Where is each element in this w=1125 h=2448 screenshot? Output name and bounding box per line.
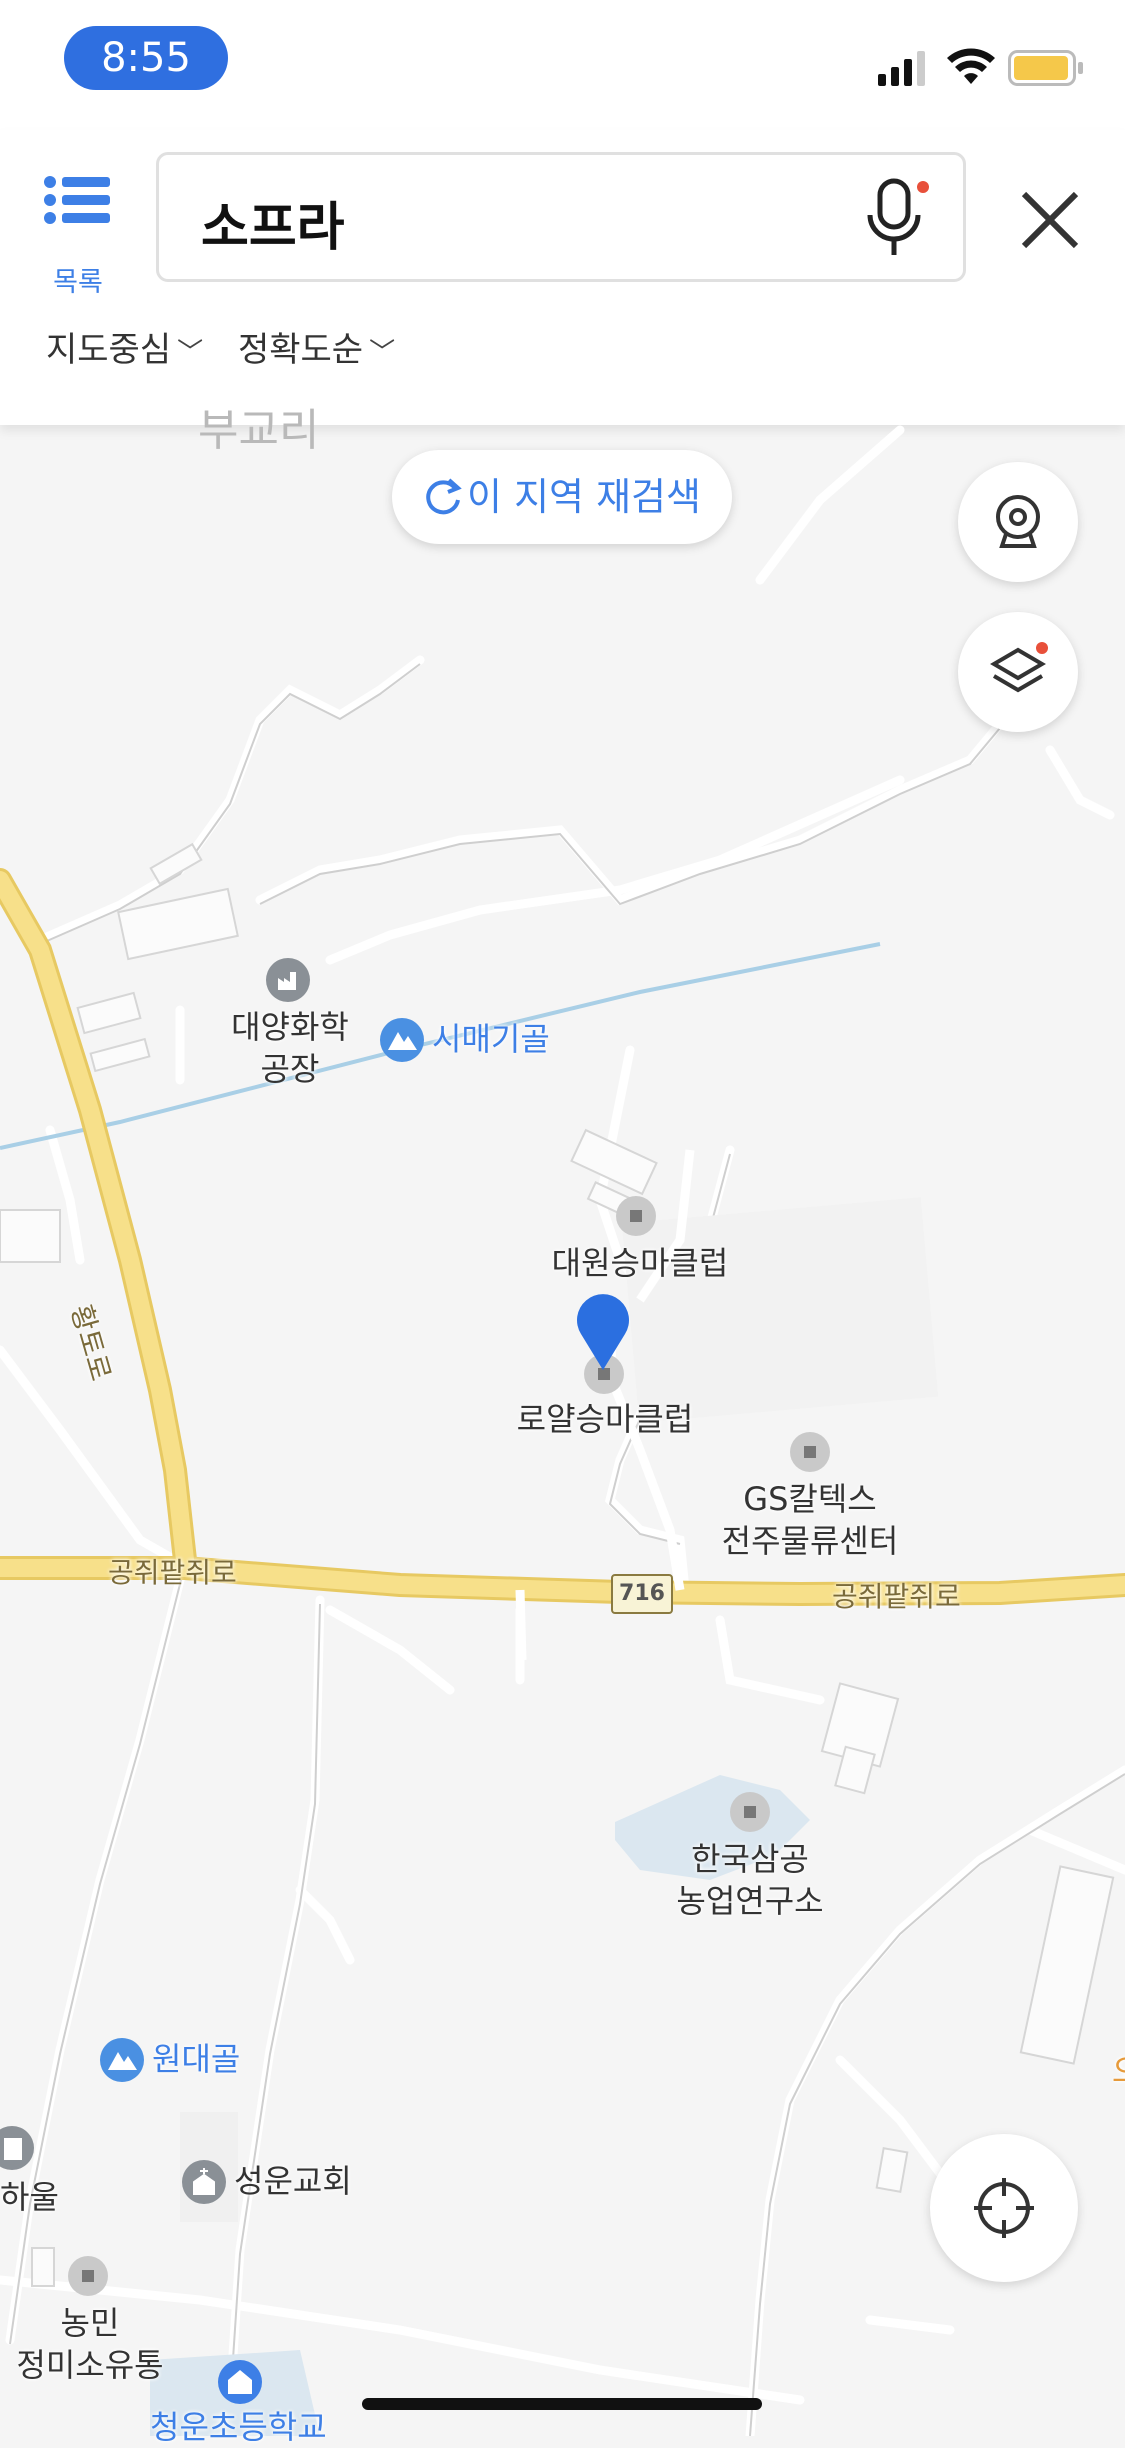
poi-hanguk[interactable]: 한국삼공 농업연구소	[660, 1838, 840, 1922]
filter-map-center[interactable]: 지도중심 ﹀	[46, 322, 203, 371]
poi-right-edge[interactable]: 오	[1112, 2050, 1125, 2092]
status-bar: 8:55	[0, 0, 1125, 130]
close-icon	[1021, 191, 1079, 249]
cellular-signal-icon	[878, 51, 925, 86]
place-label-bugyori: 부교리	[198, 405, 320, 456]
poi-dot-icon[interactable]	[730, 1792, 770, 1832]
home-indicator[interactable]	[362, 2398, 762, 2410]
list-icon	[44, 176, 110, 224]
filter-bar: 지도중심 ﹀ 정확도순 ﹀	[46, 322, 419, 371]
voice-search-button[interactable]	[863, 177, 933, 259]
poi-nongmin[interactable]: 농민 정미소유통	[0, 2302, 180, 2386]
poi-dot-icon[interactable]	[790, 1432, 830, 1472]
rescan-area-button[interactable]: 이 지역 재검색	[392, 450, 732, 544]
road-label-gongjwi-right: 공쥐팥쥐로	[832, 1580, 961, 1613]
cctv-button[interactable]	[958, 462, 1078, 582]
factory-icon[interactable]	[266, 958, 310, 1002]
wifi-icon	[947, 48, 995, 84]
school-icon[interactable]	[218, 2360, 262, 2404]
church-icon[interactable]	[182, 2160, 226, 2204]
current-location-button[interactable]	[930, 2134, 1078, 2282]
poi-dot-icon[interactable]	[68, 2256, 108, 2296]
layers-icon	[990, 642, 1048, 693]
mountain-icon[interactable]	[100, 2038, 144, 2082]
microphone-icon	[867, 178, 929, 255]
selected-location-pin-icon[interactable]	[573, 1290, 633, 1374]
poi-dot-icon[interactable]	[616, 1196, 656, 1236]
building-icon[interactable]	[0, 2126, 34, 2170]
rescan-label: 이 지역 재검색	[467, 475, 701, 519]
route-shield-716: 716	[611, 1574, 673, 1614]
poi-daewon[interactable]: 대원승마클럽	[540, 1242, 740, 1284]
poi-daeyang[interactable]: 대양화학 공장	[220, 1006, 360, 1090]
list-menu-label: 목록	[53, 267, 103, 298]
poi-simaegigol[interactable]: 시매기골	[432, 1018, 550, 1060]
filter-accuracy[interactable]: 정확도순 ﹀	[238, 322, 395, 371]
list-menu-button[interactable]: 목록	[38, 170, 118, 298]
poi-left-edge[interactable]: 하울	[0, 2176, 59, 2218]
refresh-icon	[426, 478, 462, 515]
chevron-down-icon: ﹀	[369, 338, 396, 368]
road-label-gongjwi-left: 공쥐팥쥐로	[108, 1556, 237, 1589]
status-time: 8:55	[64, 26, 228, 90]
crosshair-icon	[974, 2178, 1034, 2238]
poi-gs-caltex[interactable]: GS칼텍스 전주물류센터	[700, 1478, 920, 1562]
battery-icon	[1008, 50, 1083, 86]
search-input[interactable]: 소프라	[156, 152, 966, 282]
close-button[interactable]	[1010, 180, 1090, 260]
search-header: 목록 소프라 지도중심 ﹀ 정확도순 ﹀	[0, 130, 1125, 425]
mountain-icon[interactable]	[380, 1018, 424, 1062]
poi-seongun[interactable]: 성운교회	[234, 2160, 352, 2202]
poi-royal[interactable]: 로얄승마클럽	[505, 1398, 705, 1440]
poi-wondaegol[interactable]: 원대골	[152, 2038, 240, 2080]
cctv-icon	[996, 495, 1040, 548]
search-query: 소프라	[201, 198, 345, 258]
poi-school[interactable]: 청운초등학교	[150, 2406, 327, 2448]
map-layers-button[interactable]	[958, 612, 1078, 732]
chevron-down-icon: ﹀	[177, 338, 204, 368]
